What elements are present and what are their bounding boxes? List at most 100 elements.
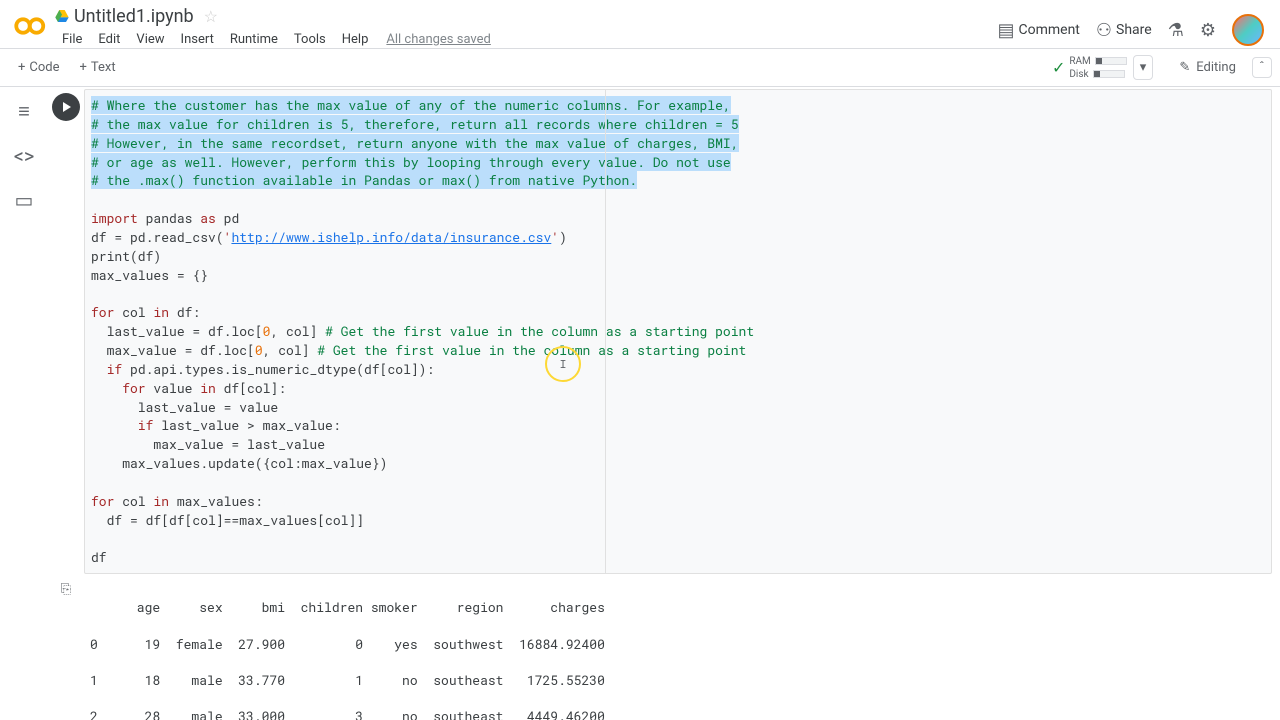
output-cell: ⎘ age sex bmi children smoker region cha… [48,580,1272,720]
kw: for [91,492,114,510]
comment-line: # the max value for children is 5, there… [91,115,739,133]
txt: print(df) [91,247,161,265]
output-body: age sex bmi children smoker region charg… [84,580,1272,720]
menu-help[interactable]: Help [334,30,377,49]
txt: value [146,379,201,397]
out-row: 0 19 female 27.900 0 yes southwest 16884… [90,635,1272,653]
comment-line: # However, in the same recordset, return… [91,134,739,152]
kw: in [153,303,169,321]
kw: for [91,379,146,397]
cursor-highlight: I [545,346,581,382]
ram-label: RAM [1069,56,1090,67]
share-button[interactable]: ⚇ Share [1096,20,1152,41]
left-rail: ≡ <> ▭ [0,87,48,720]
resource-meter[interactable]: RAM Disk [1069,56,1126,80]
kw: for [91,303,114,321]
txt: , col] [270,322,325,340]
header-right: ▤ Comment ⚇ Share ⚗ ⚙ [997,4,1272,46]
txt: last_value > max_value: [153,416,340,434]
play-icon [63,102,71,112]
menu-tools[interactable]: Tools [286,30,334,49]
comment: # Get the first value in the column as a… [325,322,754,340]
menu-insert[interactable]: Insert [173,30,222,49]
str: ' [551,228,559,246]
pencil-icon: ✎ [1179,60,1190,75]
num: 0 [255,341,263,359]
comment-line: # or age as well. However, perform this … [91,153,731,171]
kw: as [200,209,216,227]
ruler-guide [605,90,606,573]
save-status[interactable]: All changes saved [386,32,491,47]
comment: # Get the first value in the column as a… [317,341,746,359]
kw: if [91,416,153,434]
comment-line: # the .max() function available in Panda… [91,171,637,189]
out-row: age sex bmi children smoker region charg… [90,598,1272,616]
menu-view[interactable]: View [128,30,172,49]
txt: pd.api.types.is_numeric_dtype(df[col]): [122,360,434,378]
txt: df = pd.read_csv( [91,228,224,246]
code-label: Code [29,60,59,75]
txt: df [91,548,107,566]
txt: max_values = {} [91,266,208,284]
txt: df: [169,303,200,321]
txt: pandas [138,209,200,227]
avatar[interactable] [1232,14,1264,46]
kw: if [91,360,122,378]
toc-icon[interactable]: ≡ [18,99,30,124]
txt: max_values: [169,492,263,510]
plus-icon: + [80,60,87,75]
resource-dropdown[interactable]: ▾ [1133,55,1154,80]
menu-row: File Edit View Insert Runtime Tools Help… [54,28,997,50]
doc-title[interactable]: Untitled1.ipynb [74,6,194,27]
gear-icon[interactable]: ⚙ [1200,20,1216,41]
txt: df = df[df[col]==max_values[col]] [91,511,364,529]
txt: ) [559,228,567,246]
add-text-button[interactable]: +Text [70,56,126,79]
kw: in [200,379,216,397]
colab-logo[interactable] [14,8,50,44]
add-code-button[interactable]: + Code [8,56,70,79]
experiment-icon[interactable]: ⚗ [1168,20,1184,41]
plus-icon: + [18,60,25,75]
menu-edit[interactable]: Edit [90,30,128,49]
connected-check-icon: ✓ [1052,58,1065,77]
txt: pd [216,209,239,227]
editing-mode-button[interactable]: ✎ Editing [1169,56,1246,79]
txt: max_values.update({col:max_value}) [91,454,387,472]
disk-label: Disk [1069,69,1088,80]
toolbar: + Code +Text ✓ RAM Disk ▾ ✎ Editing ˆ [0,49,1280,87]
kw: import [91,209,138,227]
txt: max_value = last_value [91,435,325,453]
body: ≡ <> ▭ I # Where the customer has the ma… [0,87,1280,720]
header-bar: Untitled1.ipynb ☆ File Edit View Insert … [0,0,1280,49]
output-gutter[interactable]: ⎘ [48,580,84,720]
txt: last_value = value [91,398,278,416]
drive-icon [54,8,70,24]
files-icon[interactable]: ▭ [15,188,34,212]
share-icon: ⚇ [1096,20,1112,41]
txt: df[col]: [216,379,286,397]
title-row: Untitled1.ipynb ☆ [54,4,997,26]
txt: , col] [263,341,318,359]
run-button[interactable] [52,93,80,121]
share-label: Share [1116,22,1152,38]
menu-file[interactable]: File [54,30,90,49]
url-link[interactable]: http://www.ishelp.info/data/insurance.cs… [231,228,551,246]
txt: last_value = df.loc[ [91,322,263,340]
header-main: Untitled1.ipynb ☆ File Edit View Insert … [54,4,997,50]
out-row: 2 28 male 33.000 3 no southeast 4449.462… [90,707,1272,720]
editing-label: Editing [1196,60,1236,75]
cell-gutter [48,89,84,574]
code-snippets-icon[interactable]: <> [14,144,35,168]
comment-label: Comment [1019,22,1080,38]
txt: col [114,303,153,321]
collapse-button[interactable]: ˆ [1252,57,1272,78]
menu-runtime[interactable]: Runtime [222,30,286,49]
notebook-area[interactable]: I # Where the customer has the max value… [48,87,1280,720]
txt: max_value = df.loc[ [91,341,255,359]
code-cell: I # Where the customer has the max value… [48,89,1272,574]
comment-button[interactable]: ▤ Comment [997,20,1079,41]
star-icon[interactable]: ☆ [204,7,218,26]
code-editor[interactable]: I # Where the customer has the max value… [84,89,1272,574]
txt: col [114,492,153,510]
